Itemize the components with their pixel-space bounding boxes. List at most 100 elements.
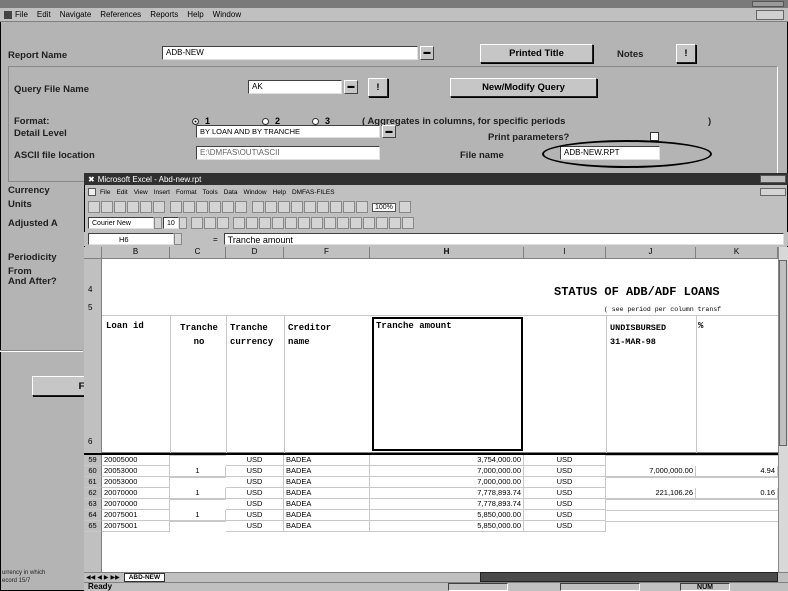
spelling-icon[interactable] [153,201,165,213]
header-tranche-currency[interactable]: Tranche currency [230,321,273,349]
cell-tranche-amount[interactable]: 7,778,893.74 [370,499,524,510]
excel-menu-format[interactable]: Format [176,189,197,196]
col-header-j[interactable]: J [606,247,696,259]
format-painter-icon[interactable] [209,201,221,213]
header-tranche-no[interactable]: Tranche no [172,321,226,349]
print-preview-icon[interactable] [140,201,152,213]
function-icon[interactable] [291,201,303,213]
report-name-input[interactable]: ADB-NEW [162,46,418,60]
excel-doc-icon[interactable] [88,188,96,196]
header-creditor-name[interactable]: Creditor name [288,321,331,349]
cell-tranche-currency[interactable]: USD [226,521,284,532]
new-icon[interactable] [88,201,100,213]
increase-indent-icon[interactable] [363,217,375,229]
cell-undisbursed[interactable] [606,521,696,522]
app-window-controls[interactable] [752,1,784,7]
tab-scroll-first-icon[interactable]: ◀◀ [86,574,95,581]
cell-tranche-amount[interactable]: 5,850,000.00 [370,521,524,532]
query-file-dropdown-button[interactable]: ▬ [344,80,358,94]
cell-tranche-currency[interactable]: USD [226,488,284,499]
font-color-icon[interactable] [402,217,414,229]
print-icon[interactable] [127,201,139,213]
sheet-title[interactable]: STATUS OF ADB/ADF LOANS [554,285,720,299]
new-modify-query-button[interactable]: New/Modify Query [450,78,597,97]
merge-center-icon[interactable] [272,217,284,229]
detail-level-select[interactable]: BY LOAN AND BY TRANCHE [196,125,380,138]
save-icon[interactable] [114,201,126,213]
header-loan-id[interactable]: Loan id [106,321,144,331]
query-file-name-input[interactable]: AK [248,80,342,94]
cell-creditor[interactable]: BADEA [284,477,370,488]
menu-references[interactable]: References [100,10,141,19]
cell-undisbursed[interactable] [606,477,696,478]
detail-level-dropdown-button[interactable]: ▬ [382,125,396,138]
cell-tranche-amount[interactable]: 7,778,893.74 [370,488,524,499]
cell-percent[interactable] [696,499,778,500]
excel-menu-insert[interactable]: Insert [154,189,170,196]
font-name-dropdown-icon[interactable] [154,217,162,229]
header-tranche-amount[interactable]: Tranche amount [376,321,452,331]
percent-icon[interactable] [298,217,310,229]
cell-tranche-currency[interactable]: USD [226,499,284,510]
redo-icon[interactable] [235,201,247,213]
font-name-select[interactable]: Courier New [88,217,154,229]
cell-tranche-currency[interactable]: USD [226,466,284,477]
menu-window[interactable]: Window [213,10,241,19]
cell-currency[interactable]: USD [524,510,606,521]
row-header-5[interactable]: 5 [88,303,92,312]
cell-tranche-no[interactable]: 1 [170,466,226,477]
cell-tranche-no[interactable] [170,477,226,478]
cell-percent[interactable]: 0.16 [696,488,778,499]
col-header-h[interactable]: H [370,247,524,259]
col-header-c[interactable]: C [170,247,226,259]
row-number[interactable]: 60 [84,466,102,477]
hyperlink-icon[interactable] [252,201,264,213]
underline-icon[interactable] [217,217,229,229]
excel-menu-file[interactable]: File [100,189,110,196]
cell-percent[interactable] [696,510,778,511]
map-icon[interactable] [343,201,355,213]
col-header-b[interactable]: B [102,247,170,259]
cell-tranche-no[interactable]: 1 [170,488,226,499]
row-number[interactable]: 64 [84,510,102,521]
zoom-select[interactable]: 100% [372,202,396,212]
row-number[interactable]: 65 [84,521,102,532]
cell-tranche-currency[interactable]: USD [226,455,284,466]
cell-tranche-no[interactable] [170,455,226,456]
row-header-6[interactable]: 6 [88,437,92,446]
name-box-dropdown-icon[interactable] [174,233,182,245]
cut-icon[interactable] [170,201,182,213]
cell-percent[interactable] [696,521,778,522]
cell-loan-id[interactable]: 20005000 [102,455,170,466]
cell-loan-id[interactable]: 20075001 [102,521,170,532]
excel-window-controls[interactable] [760,175,786,183]
menu-bar-controls[interactable] [756,10,784,20]
italic-icon[interactable] [204,217,216,229]
cell-percent[interactable] [696,477,778,478]
cell-tranche-amount[interactable]: 7,000,000.00 [370,466,524,477]
paste-icon[interactable] [196,201,208,213]
align-right-icon[interactable] [259,217,271,229]
decrease-decimal-icon[interactable] [337,217,349,229]
cell-creditor[interactable]: BADEA [284,521,370,532]
cell-currency[interactable]: USD [524,455,606,466]
cell-tranche-amount[interactable]: 7,000,000.00 [370,477,524,488]
table-row[interactable]: 64 20075001 1 USD BADEA 5,850,000.00 USD [84,510,778,521]
menu-navigate[interactable]: Navigate [60,10,92,19]
cell-tranche-amount[interactable]: 5,850,000.00 [370,510,524,521]
align-center-icon[interactable] [246,217,258,229]
cell-percent[interactable]: 4.94 [696,466,778,477]
help-icon[interactable] [398,201,411,213]
sheet-note[interactable]: ( see period per column transf [604,306,721,313]
font-size-select[interactable]: 10 [163,217,179,229]
col-header-f[interactable]: F [284,247,370,259]
selected-cell-h6[interactable] [372,317,523,451]
drawing-icon[interactable] [356,201,368,213]
open-icon[interactable] [101,201,113,213]
corner-select-all[interactable] [84,247,102,259]
sort-descending-icon[interactable] [317,201,329,213]
report-name-dropdown-button[interactable]: ▬ [420,46,434,60]
row-number[interactable]: 59 [84,455,102,466]
font-size-dropdown-icon[interactable] [179,217,187,229]
decrease-indent-icon[interactable] [350,217,362,229]
